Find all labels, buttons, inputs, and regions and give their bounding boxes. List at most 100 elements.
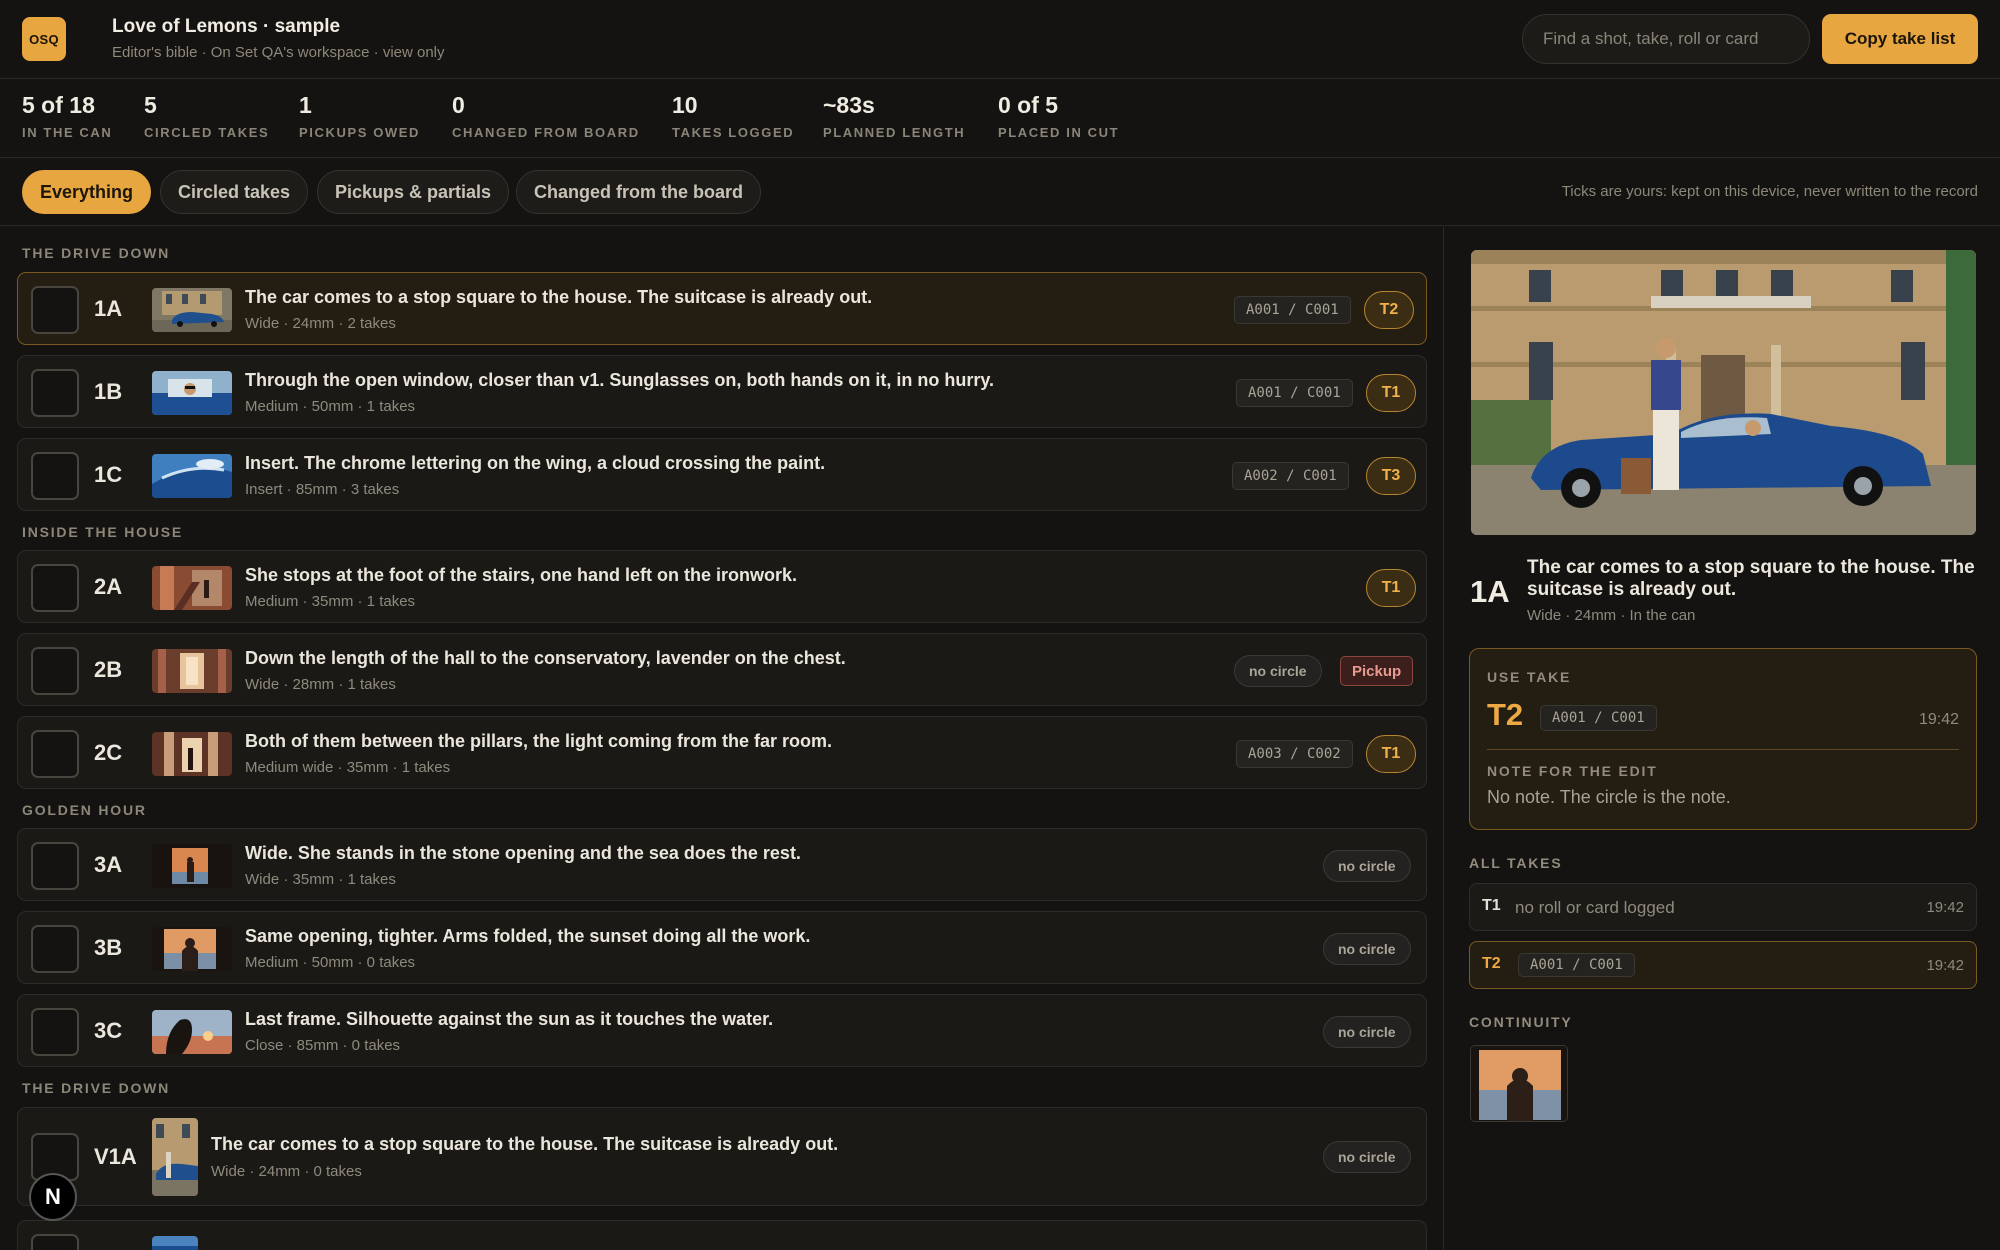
tick-checkbox[interactable] [31,925,79,973]
roll-card-tag: A002 / C001 [1232,462,1349,490]
section-header: Golden hour [22,802,147,818]
shot-id: 2A [94,574,123,599]
shot-row-1c[interactable]: 1C Insert. The chrome lettering on the w… [17,438,1427,511]
roll-card-tag: A001 / C001 [1234,296,1351,324]
all-takes-label: All takes [1469,855,1563,871]
shot-row-3c[interactable]: 3C Last frame. Silhouette against the su… [17,994,1427,1067]
copy-take-list-button[interactable]: Copy take list [1822,14,1978,64]
shot-thumbnail [152,371,232,415]
shot-meta: Wide · 35mm · 1 takes [245,871,396,888]
shot-id: 1A [94,296,123,321]
continuity-thumbnail[interactable] [1470,1045,1568,1122]
shot-thumbnail [152,288,232,332]
take-row-t2[interactable]: T2 A001 / C001 19:42 [1469,941,1977,989]
project-subtitle: Editor's bible · On Set QA's workspace ·… [112,44,445,61]
shot-description: Last frame. Silhouette against the sun a… [245,1009,774,1029]
tick-checkbox[interactable] [31,286,79,334]
shot-meta: Medium · 50mm · 0 takes [245,954,416,971]
shot-description: The car comes to a stop square to the ho… [245,287,873,307]
tick-checkbox[interactable] [31,647,79,695]
use-take-label: Use take [1487,669,1572,685]
tick-checkbox[interactable] [31,1234,79,1250]
use-take-card: Use take T2 A001 / C001 19:42 Note for t… [1469,648,1977,830]
ticks-hint: Ticks are yours: kept on this device, ne… [1561,183,1978,200]
shot-meta: Medium · 35mm · 1 takes [245,593,416,610]
tick-checkbox[interactable] [31,1008,79,1056]
stat-planned-length: ~83s Planned length [823,92,966,140]
shot-description: Down the length of the hall to the conse… [245,648,846,668]
shot-id: 3B [94,935,123,960]
shot-description: Same opening, tighter. Arms folded, the … [245,926,811,946]
no-circle-badge: no circle [1323,1141,1411,1173]
detail-shot-meta: Wide · 24mm · In the can [1527,607,1696,624]
shot-thumbnail [152,927,232,971]
roll-card-tag: A001 / C001 [1236,379,1353,407]
stat-in-the-can: 5 of 18 In the can [22,92,113,140]
tick-checkbox[interactable] [31,730,79,778]
shot-row-3a[interactable]: 3A Wide. She stands in the stone opening… [17,828,1427,901]
circled-take-badge[interactable]: T1 [1366,374,1416,412]
tick-checkbox[interactable] [31,452,79,500]
shot-meta: Close · 85mm · 0 takes [245,1037,401,1054]
stats-bar: 5 of 18 In the can 5 Circled takes 1 Pickup… [0,79,2000,158]
next-dev-badge[interactable]: N [29,1173,77,1221]
filter-chip-circled-takes[interactable]: Circled takes [160,170,309,214]
top-bar: OSQ Love of Lemons · sample Editor's bib… [0,0,2000,79]
circled-take-badge[interactable]: T2 [1364,291,1414,329]
tick-checkbox[interactable] [31,369,79,417]
filter-chip-pickups-partials[interactable]: Pickups & partials [317,170,510,214]
shot-id: 1B [94,379,123,404]
shot-list: The drive down 1A The car comes to a sto… [0,227,1444,1250]
shot-row-2c[interactable]: 2C Both of them between the pillars, the… [17,716,1427,789]
use-take-value: T2 [1487,697,1524,732]
take-name: T1 [1482,897,1501,914]
shot-id: 2B [94,657,123,682]
shot-meta: Insert · 85mm · 3 takes [245,481,400,498]
take-time: 19:42 [1926,899,1964,916]
filter-bar: Everything Circled takes Pickups & parti… [0,158,2000,226]
shot-row-1b[interactable]: 1B Through the open window, closer than … [17,355,1427,428]
shot-row-1a[interactable]: 1A The car comes to a stop square to the… [17,272,1427,345]
detail-shot-title: The car comes to a stop square to the ho… [1527,557,1975,600]
shot-id: 3A [94,852,123,877]
stat-takes-logged: 10 Takes logged [672,92,795,140]
shot-description: She stops at the foot of the stairs, one… [245,565,798,585]
title-block: Love of Lemons · sample Editor's bible ·… [112,16,445,61]
circled-take-badge[interactable]: T1 [1366,735,1416,773]
no-circle-badge: no circle [1323,933,1411,965]
divider [1487,749,1959,750]
pickup-badge: Pickup [1340,656,1414,686]
shot-row-3b[interactable]: 3B Same opening, tighter. Arms folded, t… [17,911,1427,984]
tick-checkbox[interactable] [31,564,79,612]
hero-still [1471,250,1976,535]
stat-changed-from-board: 0 Changed from board [452,92,640,140]
workspace-logo: OSQ [22,17,66,61]
shot-row-v1a[interactable]: V1A The car comes to a stop square to th… [17,1107,1427,1206]
shot-description: Wide. She stands in the stone opening an… [245,843,801,863]
circled-take-badge[interactable]: T1 [1366,569,1416,607]
shot-thumbnail [152,1236,198,1250]
stat-circled-takes: 5 Circled takes [144,92,270,140]
search-input[interactable] [1522,14,1810,64]
filter-chip-changed-from-board[interactable]: Changed from the board [516,170,762,214]
shot-row-2a[interactable]: 2A She stops at the foot of the stairs, … [17,550,1427,623]
tick-checkbox[interactable] [31,842,79,890]
roll-card-tag: A001 / C001 [1518,953,1635,977]
shot-thumbnail [152,649,232,693]
shot-thumbnail [152,844,232,888]
shot-meta: Wide · 28mm · 1 takes [245,676,396,693]
filter-chip-everything[interactable]: Everything [22,170,152,214]
project-title: Love of Lemons · sample [112,16,341,37]
edit-note: No note. The circle is the note. [1487,787,1731,807]
shot-row-2b[interactable]: 2B Down the length of the hall to the co… [17,633,1427,706]
take-row-t1[interactable]: T1 no roll or card logged 19:42 [1469,883,1977,931]
shot-description: The car comes to a stop square to the ho… [211,1134,839,1154]
section-header: The drive down [22,1080,171,1096]
shot-description: Through the open window, closer than v1.… [245,370,995,390]
shot-row-next[interactable] [17,1220,1427,1250]
shot-detail-panel: 1A The car comes to a stop square to the… [1445,227,2000,1250]
circled-take-badge[interactable]: T3 [1366,457,1416,495]
shot-thumbnail [152,1118,198,1196]
shot-description: Insert. The chrome lettering on the wing… [245,453,826,473]
shot-thumbnail [152,1010,232,1054]
